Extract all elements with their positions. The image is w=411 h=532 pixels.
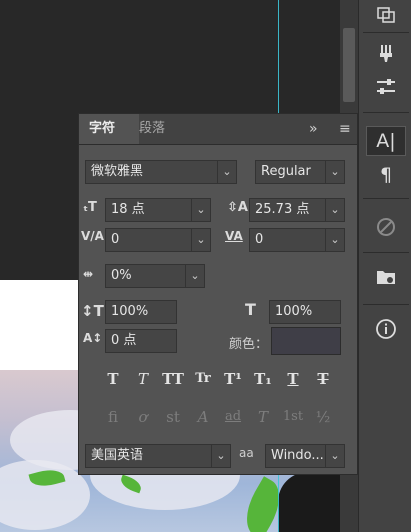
brushes-icon[interactable]: [366, 38, 406, 68]
leading-field[interactable]: 25.73 点 ⌄: [249, 198, 345, 222]
color-label: 颜色：: [229, 337, 269, 352]
tsume-field[interactable]: 0% ⌄: [105, 264, 205, 288]
chevron-down-icon: ⌄: [217, 161, 236, 183]
chevron-down-icon: ⌄: [325, 229, 344, 251]
paragraph-icon[interactable]: ¶: [366, 160, 406, 190]
underline-button[interactable]: T: [281, 368, 305, 390]
baseline-shift-field[interactable]: 0 点: [105, 329, 177, 353]
strikethrough-button[interactable]: T: [311, 368, 335, 390]
transform-icon[interactable]: [366, 0, 406, 30]
leading-icon: ⇳A: [227, 200, 248, 215]
panel-tabbar: 字符 段落 » ≡: [79, 114, 357, 145]
info-icon[interactable]: [366, 314, 406, 344]
panel-dock: A| ¶: [358, 0, 411, 532]
chevron-down-icon: ⌄: [211, 445, 230, 467]
chevron-down-icon: ⌄: [185, 265, 204, 287]
superscript-button[interactable]: T¹: [221, 368, 245, 390]
adjust-icon[interactable]: [366, 72, 406, 102]
font-size-icon: ₜT: [83, 200, 97, 215]
character-icon[interactable]: A|: [366, 126, 406, 156]
chevron-down-icon: ⌄: [191, 229, 210, 251]
panel-collapse-button[interactable]: »: [309, 114, 318, 144]
antialias-select[interactable]: Windo... ⌄: [265, 444, 345, 468]
font-style-select[interactable]: Regular ⌄: [255, 160, 345, 184]
subscript-button[interactable]: T₁: [251, 368, 275, 390]
scrollbar-thumb[interactable]: [343, 28, 355, 102]
chevron-down-icon: ⌄: [325, 161, 344, 183]
chevron-down-icon: ⌄: [191, 199, 210, 221]
swash-button[interactable]: A: [191, 406, 215, 428]
glyphs-icon[interactable]: [366, 212, 406, 242]
kerning-field[interactable]: 0 ⌄: [105, 228, 211, 252]
horizontal-scale-field[interactable]: 100%: [269, 300, 341, 324]
vertical-scale-icon: ↕T: [81, 302, 104, 320]
canvas-white-region: [0, 280, 80, 370]
small-caps-button[interactable]: Tr: [191, 368, 215, 390]
panel-menu-button[interactable]: ≡: [339, 114, 351, 144]
tracking-icon: VA: [225, 229, 243, 243]
font-family-select[interactable]: 微软雅黑 ⌄: [85, 160, 237, 184]
discretionary-ligatures-button[interactable]: st: [161, 406, 185, 428]
color-swatch[interactable]: [271, 327, 341, 355]
dark-object: [278, 472, 340, 532]
font-size-field[interactable]: 18 点 ⌄: [105, 198, 211, 222]
antialias-icon: aa: [239, 446, 254, 460]
stylistic-alternates-button[interactable]: ad: [221, 406, 245, 428]
ligatures-button[interactable]: fi: [101, 406, 125, 428]
tsume-icon: ⇹: [83, 267, 94, 281]
kerning-icon: V/A: [81, 229, 104, 243]
chevron-down-icon: ⌄: [325, 445, 344, 467]
baseline-shift-icon: A↕: [83, 331, 103, 345]
contextual-alternates-button[interactable]: ơ: [131, 406, 155, 428]
language-select[interactable]: 美国英语 ⌄: [85, 444, 231, 468]
fractions-button[interactable]: ½: [311, 406, 335, 428]
ordinals-button[interactable]: 1st: [281, 406, 305, 428]
faux-italic-button[interactable]: T: [131, 368, 155, 390]
vertical-scale-field[interactable]: 100%: [105, 300, 177, 324]
horizontal-scale-icon: T: [245, 300, 256, 319]
character-panel: 字符 段落 » ≡ 微软雅黑 ⌄ Regular ⌄ ₜT 18 点 ⌄ ⇳A …: [78, 113, 358, 475]
all-caps-button[interactable]: TT: [161, 368, 185, 390]
tab-paragraph[interactable]: 段落: [129, 114, 175, 144]
faux-bold-button[interactable]: T: [101, 368, 125, 390]
tracking-field[interactable]: 0 ⌄: [249, 228, 345, 252]
chevron-down-icon: ⌄: [325, 199, 344, 221]
libraries-icon[interactable]: [366, 262, 406, 292]
titling-alternates-button[interactable]: T: [251, 406, 275, 428]
